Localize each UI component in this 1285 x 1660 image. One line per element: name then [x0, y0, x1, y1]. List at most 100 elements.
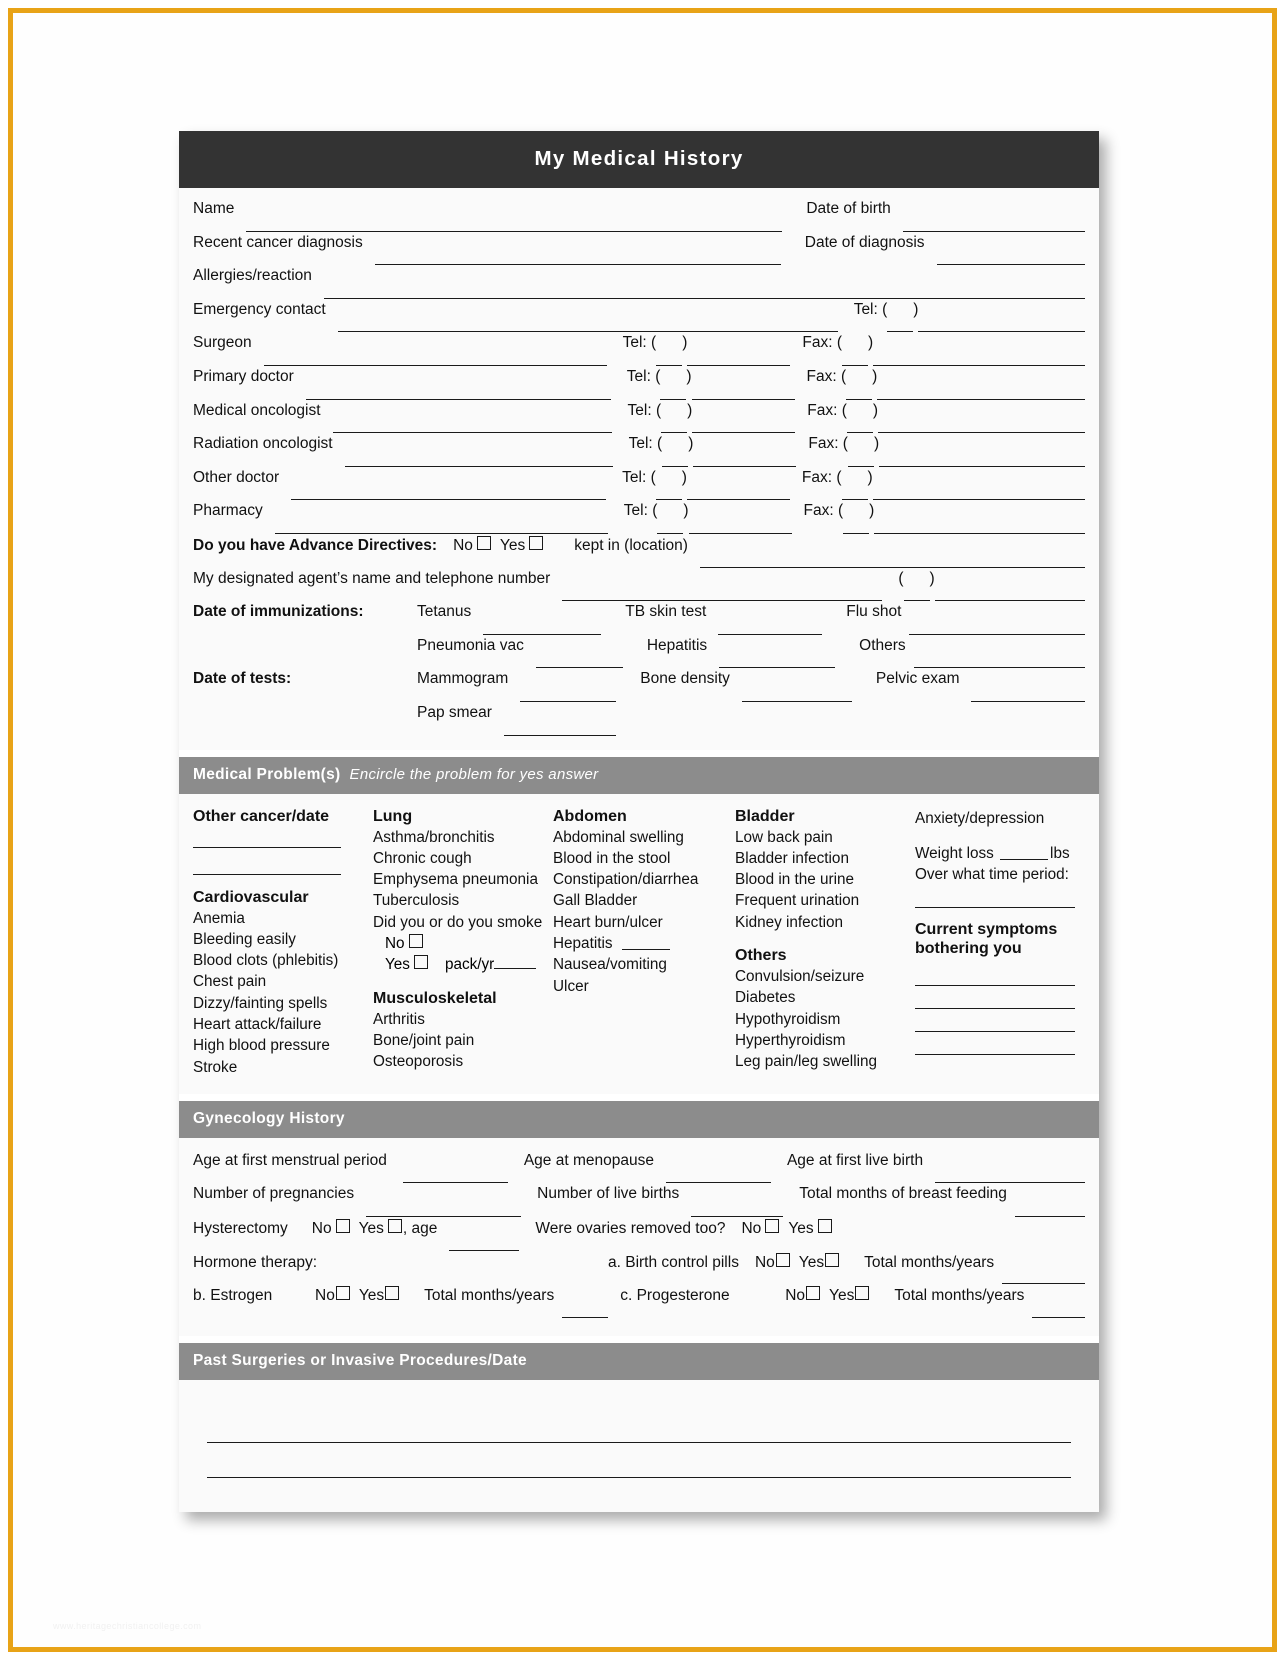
- current-symptoms-line-2[interactable]: [915, 988, 1075, 1010]
- problem-ulcer[interactable]: Ulcer: [553, 976, 735, 997]
- medical-oncologist-tel-input[interactable]: [692, 418, 796, 434]
- age-first-live-birth-input[interactable]: [935, 1168, 1085, 1184]
- dob-input[interactable]: [902, 217, 1085, 232]
- surgery-line-1[interactable]: [207, 1408, 1071, 1443]
- problem-convulsion-seizure[interactable]: Convulsion/seizure: [735, 966, 915, 987]
- problem-heart-attack[interactable]: Heart attack/failure: [193, 1014, 373, 1035]
- progesterone-no-checkbox[interactable]: [806, 1286, 821, 1301]
- medical-oncologist-input[interactable]: [332, 418, 612, 434]
- problem-gall-bladder[interactable]: Gall Bladder: [553, 890, 735, 911]
- problem-blood-clots[interactable]: Blood clots (phlebitis): [193, 950, 373, 971]
- time-period-input[interactable]: [915, 885, 1075, 909]
- problem-emphysema-pneumonia[interactable]: Emphysema pneumonia: [373, 869, 553, 890]
- designated-agent-phone-input[interactable]: [934, 586, 1085, 602]
- others-immun-input[interactable]: [913, 653, 1085, 669]
- pharmacy-input[interactable]: [274, 519, 608, 534]
- medical-oncologist-fax-area[interactable]: [846, 418, 873, 434]
- pneumonia-vac-input[interactable]: [535, 653, 623, 669]
- allergies-input[interactable]: [323, 284, 1085, 299]
- other-cancer-line-2[interactable]: [193, 854, 341, 875]
- hepatitis-immun-input[interactable]: [719, 653, 836, 669]
- birth-control-yes-checkbox[interactable]: [825, 1252, 840, 1267]
- estrogen-no-checkbox[interactable]: [335, 1286, 350, 1301]
- smoke-yes-checkbox[interactable]: [413, 955, 428, 970]
- flu-shot-input[interactable]: [909, 620, 1085, 635]
- other-doctor-fax-input[interactable]: [872, 485, 1085, 501]
- problem-abdominal-swelling[interactable]: Abdominal swelling: [553, 827, 735, 848]
- progesterone-yes-checkbox[interactable]: [855, 1286, 870, 1301]
- advance-directives-no-checkbox[interactable]: [476, 535, 491, 550]
- birth-control-total-months-input[interactable]: [1002, 1269, 1085, 1285]
- problem-high-blood-pressure[interactable]: High blood pressure: [193, 1035, 373, 1056]
- advance-directives-location-input[interactable]: [699, 553, 1085, 568]
- pack-per-year-input[interactable]: [494, 956, 537, 970]
- other-doctor-tel-area[interactable]: [655, 485, 682, 501]
- tetanus-input[interactable]: [483, 620, 602, 635]
- mammogram-input[interactable]: [520, 687, 617, 702]
- birth-control-no-checkbox[interactable]: [775, 1252, 790, 1267]
- emergency-contact-input[interactable]: [337, 317, 838, 333]
- surgeon-input[interactable]: [263, 351, 607, 366]
- current-symptoms-line-1[interactable]: [915, 965, 1075, 987]
- emergency-tel-input[interactable]: [918, 317, 1085, 333]
- problem-arthritis[interactable]: Arthritis: [373, 1009, 553, 1030]
- other-cancer-line-1[interactable]: [193, 827, 341, 848]
- medical-oncologist-fax-input[interactable]: [878, 418, 1085, 434]
- designated-agent-name-input[interactable]: [562, 586, 883, 602]
- other-doctor-fax-area[interactable]: [841, 485, 868, 501]
- weight-loss-input[interactable]: [1000, 847, 1049, 860]
- breast-feeding-input[interactable]: [1014, 1202, 1085, 1218]
- problem-nausea-vomiting[interactable]: Nausea/vomiting: [553, 954, 735, 975]
- radiation-oncologist-input[interactable]: [344, 452, 613, 467]
- other-doctor-input[interactable]: [291, 485, 607, 501]
- problem-bladder-infection[interactable]: Bladder infection: [735, 848, 915, 869]
- number-pregnancies-input[interactable]: [366, 1202, 522, 1218]
- problem-bleeding-easily[interactable]: Bleeding easily: [193, 929, 373, 950]
- hysterectomy-yes-checkbox[interactable]: [387, 1219, 402, 1234]
- problem-hypothyroidism[interactable]: Hypothyroidism: [735, 1009, 915, 1030]
- surgeon-fax-area[interactable]: [842, 351, 868, 366]
- problem-low-back-pain[interactable]: Low back pain: [735, 827, 915, 848]
- hysterectomy-no-checkbox[interactable]: [335, 1219, 350, 1234]
- date-diagnosis-input[interactable]: [936, 250, 1085, 266]
- advance-directives-yes-checkbox[interactable]: [529, 535, 544, 550]
- other-doctor-tel-input[interactable]: [686, 485, 790, 501]
- primary-doctor-tel-area[interactable]: [660, 385, 687, 400]
- designated-agent-area-code[interactable]: [903, 586, 930, 602]
- primary-doctor-fax-area[interactable]: [846, 385, 873, 400]
- current-symptoms-line-3[interactable]: [915, 1011, 1075, 1033]
- surgeon-tel-area[interactable]: [656, 351, 683, 366]
- problem-heart-burn-ulcer[interactable]: Heart burn/ulcer: [553, 912, 735, 933]
- smoke-no-checkbox[interactable]: [408, 933, 423, 948]
- emergency-tel-area[interactable]: [887, 317, 914, 333]
- hepatitis-type-input[interactable]: [621, 937, 670, 950]
- pharmacy-fax-input[interactable]: [874, 519, 1085, 534]
- problem-blood-in-stool[interactable]: Blood in the stool: [553, 848, 735, 869]
- problem-dizzy-fainting[interactable]: Dizzy/fainting spells: [193, 993, 373, 1014]
- problem-leg-pain-swelling[interactable]: Leg pain/leg swelling: [735, 1051, 915, 1072]
- radiation-oncologist-fax-input[interactable]: [879, 452, 1085, 467]
- radiation-oncologist-tel-input[interactable]: [693, 452, 797, 467]
- ovaries-no-checkbox[interactable]: [765, 1219, 780, 1234]
- pharmacy-tel-input[interactable]: [688, 519, 792, 534]
- pelvic-exam-input[interactable]: [971, 687, 1085, 702]
- primary-doctor-fax-input[interactable]: [877, 385, 1085, 400]
- estrogen-yes-checkbox[interactable]: [385, 1286, 400, 1301]
- problem-kidney-infection[interactable]: Kidney infection: [735, 912, 915, 933]
- age-first-menstrual-input[interactable]: [402, 1168, 508, 1184]
- problem-anxiety-depression[interactable]: Anxiety/depression: [915, 808, 1090, 829]
- progesterone-total-months-input[interactable]: [1032, 1303, 1085, 1318]
- pharmacy-tel-area[interactable]: [657, 519, 684, 534]
- radiation-oncologist-tel-area[interactable]: [662, 452, 689, 467]
- problem-bone-joint-pain[interactable]: Bone/joint pain: [373, 1030, 553, 1051]
- surgery-line-2[interactable]: [207, 1443, 1071, 1478]
- surgeon-fax-input[interactable]: [873, 351, 1085, 366]
- bone-density-input[interactable]: [741, 687, 852, 702]
- problem-stroke[interactable]: Stroke: [193, 1057, 373, 1078]
- problem-anemia[interactable]: Anemia: [193, 908, 373, 929]
- primary-doctor-tel-input[interactable]: [691, 385, 795, 400]
- radiation-oncologist-fax-area[interactable]: [847, 452, 874, 467]
- ovaries-yes-checkbox[interactable]: [817, 1219, 832, 1234]
- tb-skin-test-input[interactable]: [718, 620, 823, 635]
- name-input[interactable]: [246, 217, 783, 232]
